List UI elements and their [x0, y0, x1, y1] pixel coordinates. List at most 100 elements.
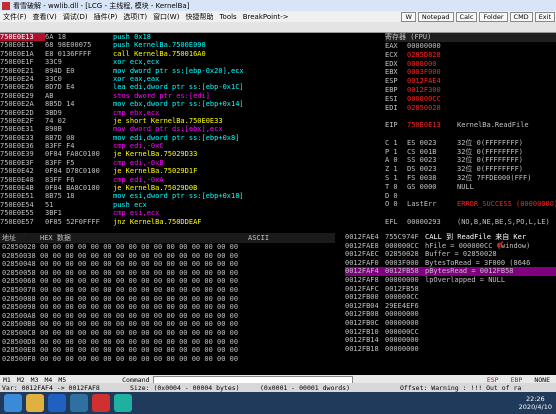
- disasm-row[interactable]: 750E0E2F 74 02 je short KernelBa.750E0E33: [0, 117, 380, 125]
- hex-row[interactable]: 02850068 00 00 00 00 00 00 00 00 00 00 00…: [0, 277, 335, 286]
- app-taskbar-icon-2[interactable]: [114, 394, 132, 412]
- toolbar-folder-button[interactable]: Folder: [479, 11, 508, 22]
- register-row[interactable]: T 0 GS 0000 NULL: [385, 183, 556, 192]
- hex-row[interactable]: 028500A8 00 00 00 00 00 00 00 00 00 00 00…: [0, 312, 335, 321]
- stack-row[interactable]: 0012FAE4 755C974F CALL 到 ReadFile 来自 Ker: [345, 233, 556, 242]
- disasm-row[interactable]: 750E0E42 0F84 D78C0100 je KernelBa.75029D1…: [0, 167, 380, 175]
- hex-row[interactable]: 028500B8 00 00 00 00 00 00 00 00 00 00 00…: [0, 320, 335, 329]
- stack-pane[interactable]: 0012FAE4 755C974F CALL 到 ReadFile 来自 Ker 00…: [345, 233, 556, 375]
- app-taskbar-icon-1[interactable]: [70, 394, 88, 412]
- disasm-row[interactable]: 750E0E1A E8 0136FFFF call KernelBa.750016A…: [0, 50, 380, 58]
- disassembly-pane[interactable]: 750E0E13 6A 18 push 0x18 750E0E15 68 98E0007…: [0, 33, 380, 232]
- hex-row[interactable]: 028500E8 00 00 00 00 00 00 00 00 00 00 00…: [0, 346, 335, 355]
- register-row[interactable]: [385, 209, 556, 218]
- toolbar-cmd-button[interactable]: CMD: [509, 11, 533, 22]
- register-pane[interactable]: 寄存器 (FPU) EAX 00000000 ECX 0285D828 EDX 00000…: [382, 33, 556, 232]
- hex-row[interactable]: 028500F8 00 00 00 00 00 00 00 00 00 00 00…: [0, 355, 335, 364]
- stack-row[interactable]: 0012FAFC 0012FB58: [345, 285, 556, 294]
- menu-debug[interactable]: 调试(D): [60, 12, 91, 22]
- disasm-row[interactable]: 750E0E31 890B mov dword ptr ds:[ebx],ecx: [0, 125, 380, 133]
- disasm-row[interactable]: 750E0E33 8B7D 08 mov edi,dword ptr ss:[ebp…: [0, 134, 380, 142]
- disasm-row[interactable]: 750E0E55 3BF1 cmp esi,ecx: [0, 209, 380, 217]
- register-row[interactable]: ESP 0012FAE4: [385, 77, 556, 86]
- taskbar-clock[interactable]: 22:26 2020/4/10: [519, 395, 556, 411]
- register-row[interactable]: EBX 0003F000: [385, 68, 556, 77]
- stack-row[interactable]: 0012FAEC 02850028 Buffer = 02850028: [345, 250, 556, 259]
- debugger-taskbar-icon[interactable]: [92, 394, 110, 412]
- disasm-row[interactable]: 750E0E51 8B75 18 mov esi,dword ptr ss:[ebp…: [0, 192, 380, 200]
- hex-row[interactable]: 028500D8 00 00 00 00 00 00 00 00 00 00 00…: [0, 338, 335, 347]
- disasm-row[interactable]: 750E0E48 83FF F6 cmp edi,-0xA: [0, 176, 380, 184]
- register-row[interactable]: [385, 112, 556, 121]
- disasm-row[interactable]: 750E0E36 83FF F4 cmp edi,-0xC: [0, 142, 380, 150]
- toolbar-exit-button[interactable]: Exit: [534, 11, 555, 22]
- stack-row[interactable]: 0012FB00 000000CC: [345, 293, 556, 302]
- disasm-row[interactable]: 750E0E4B 0F84 BA8C0100 je KernelBa.75029D0…: [0, 184, 380, 192]
- hex-row[interactable]: 02850098 00 00 00 00 00 00 00 00 00 00 00…: [0, 303, 335, 312]
- disasm-row[interactable]: 750E0E2D 3BD9 cmp ebx,ecx: [0, 109, 380, 117]
- register-row[interactable]: EDX 0000000: [385, 60, 556, 69]
- hex-row[interactable]: 028500C8 00 00 00 00 00 00 00 00 00 00 00…: [0, 329, 335, 338]
- stack-row[interactable]: 0012FB18 00000000: [345, 345, 556, 354]
- register-row[interactable]: EIP 750E0E13 KernelBa.ReadFile: [385, 121, 556, 130]
- hex-row[interactable]: 02850038 00 00 00 00 00 00 00 00 00 00 00…: [0, 252, 335, 261]
- stack-row[interactable]: 0012FB08 00000000: [345, 310, 556, 319]
- toolbar-calc-button[interactable]: Calc: [455, 11, 478, 22]
- toolbar-w-button[interactable]: W: [401, 11, 416, 22]
- disasm-row[interactable]: 750E0E57 0F85 52F0FFFF jnz KernelBa.750DDE…: [0, 218, 380, 226]
- hex-row[interactable]: 02850088 00 00 00 00 00 00 00 00 00 00 00…: [0, 295, 335, 304]
- disasm-row[interactable]: 750E0E13 6A 18 push 0x18: [0, 33, 380, 42]
- stack-address: 0012FAE8: [345, 241, 379, 250]
- ie-icon[interactable]: [48, 394, 66, 412]
- register-row[interactable]: Z 1 DS 0023 32位 0(FFFFFFFF): [385, 165, 556, 174]
- hex-row[interactable]: 02850048 00 00 00 00 00 00 00 00 00 00 00…: [0, 260, 335, 269]
- register-row[interactable]: EAX 00000000: [385, 42, 556, 51]
- stack-row[interactable]: 0012FB14 00000000: [345, 336, 556, 345]
- menu-breakpoint[interactable]: BreakPoint->: [240, 13, 292, 21]
- hex-row[interactable]: 02850078 00 00 00 00 00 00 00 00 00 00 00…: [0, 286, 335, 295]
- hex-row[interactable]: 02850028 00 00 00 00 00 00 00 00 00 00 00…: [0, 243, 335, 252]
- menu-tools[interactable]: Tools: [216, 13, 239, 21]
- explorer-icon[interactable]: [26, 394, 44, 412]
- register-row[interactable]: O 0 LastErr ERROR_SUCCESS (00000000): [385, 200, 556, 209]
- hex-dump-pane[interactable]: 地址 HEX 数据 ASCII 02850028 00 00 00 00 00 0…: [0, 233, 335, 375]
- stack-row[interactable]: 0012FB10 000000CC: [345, 328, 556, 337]
- disasm-row[interactable]: 750E0E29 AB stos dword ptr es:[edi]: [0, 92, 380, 100]
- menu-file[interactable]: 文件(F): [0, 12, 30, 22]
- register-row[interactable]: [385, 227, 556, 232]
- stack-row[interactable]: 0012FAF0 0003F000 BytesToRead = 3F000 (864…: [345, 259, 556, 268]
- stack-row[interactable]: 0012FAE8 000000CC hFile = 000000CC (window…: [345, 242, 556, 251]
- disasm-row[interactable]: 750E0E15 68 98E00075 push KernelBa.7500E09…: [0, 41, 380, 49]
- menu-quickhelp[interactable]: 快捷帮助: [182, 12, 216, 22]
- disasm-row[interactable]: 750E0E1F 33C9 xor ecx,ecx: [0, 58, 380, 66]
- stack-row[interactable]: 0012FB04 29EE4EF6: [345, 302, 556, 311]
- disasm-row[interactable]: 750E0E39 0F84 FA8C0100 je KernelBa.75029D3…: [0, 150, 380, 158]
- toolbar-notepad-button[interactable]: Notepad: [417, 11, 454, 22]
- hex-row[interactable]: 02850058 00 00 00 00 00 00 00 00 00 00 00…: [0, 269, 335, 278]
- register-row[interactable]: [385, 130, 556, 139]
- stack-row[interactable]: 0012FAF4 0012FB58 pBytesRead = 0012FB58: [345, 267, 556, 276]
- register-row[interactable]: EBP 0012F300: [385, 86, 556, 95]
- register-row[interactable]: A 0 SS 0023 32位 0(FFFFFFFF): [385, 156, 556, 165]
- menu-options[interactable]: 选项(T): [120, 12, 150, 22]
- register-row[interactable]: ESI 000000CC: [385, 95, 556, 104]
- stack-row[interactable]: 0012FAF8 00000000 lpOverlapped = NULL: [345, 276, 556, 285]
- menu-view[interactable]: 查看(V): [30, 12, 60, 22]
- register-row[interactable]: D 0: [385, 192, 556, 201]
- menu-plugins[interactable]: 插件(P): [91, 12, 121, 22]
- disasm-row[interactable]: 750E0E54 51 push ecx: [0, 201, 380, 209]
- register-row[interactable]: EFL 00000293 (NO,B,NE,BE,S,PO,L,LE): [385, 218, 556, 227]
- disasm-row[interactable]: 750E0E26 8D7D E4 lea edi,dword ptr ss:[ebp…: [0, 83, 380, 91]
- register-row[interactable]: EDI 02850028: [385, 104, 556, 113]
- register-row[interactable]: S 1 FS 0038 32位 7FFDE000(FFF): [385, 174, 556, 183]
- start-icon[interactable]: [4, 394, 22, 412]
- register-row[interactable]: ECX 0285D828: [385, 51, 556, 60]
- disasm-row[interactable]: 750E0E24 33C0 xor eax,eax: [0, 75, 380, 83]
- disasm-row[interactable]: 750E0E21 894D E0 mov dword ptr ss:[ebp-0x2…: [0, 67, 380, 75]
- stack-value: 00000000: [385, 336, 419, 345]
- menu-window[interactable]: 窗口(W): [150, 12, 182, 22]
- disasm-row[interactable]: 750E0E3F 83FF F5 cmp edi,-0xB: [0, 159, 380, 167]
- register-row[interactable]: C 1 ES 0023 32位 0(FFFFFFFF): [385, 139, 556, 148]
- disasm-row[interactable]: 750E0E2A 8B5D 14 mov ebx,dword ptr ss:[ebp…: [0, 100, 380, 108]
- stack-row[interactable]: 0012FB0C 00000000: [345, 319, 556, 328]
